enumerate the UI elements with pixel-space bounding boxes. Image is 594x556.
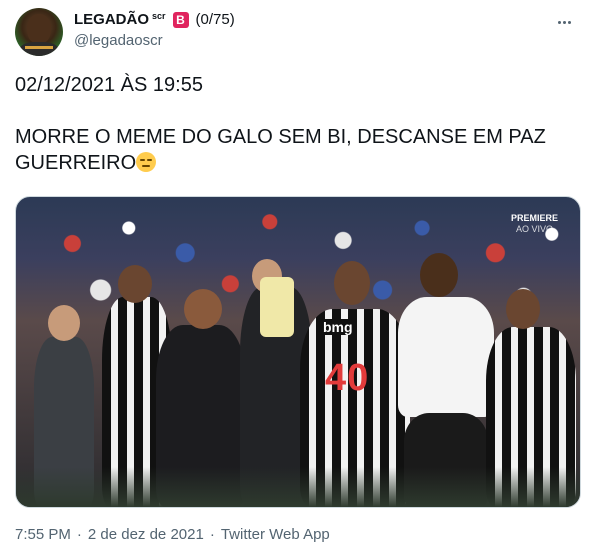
avatar-shirt <box>19 42 59 56</box>
avatar-shirt-stripe <box>25 46 53 49</box>
author-display-name[interactable]: LEGADÃO <box>74 11 149 28</box>
author-handle[interactable]: @legadaoscr <box>74 32 163 49</box>
player-head <box>48 305 80 341</box>
avatar-face <box>27 14 51 44</box>
yellow-vest <box>260 277 294 337</box>
staff-head <box>184 289 222 329</box>
tweet-time[interactable]: 7:55 PM <box>15 526 71 543</box>
tweet-text: 02/12/2021 ÀS 19:55 MORRE O MEME DO GALO… <box>15 72 575 176</box>
b-badge-icon: B <box>172 11 189 28</box>
watermark-brand: PREMIERE <box>510 213 558 223</box>
author-name-row[interactable]: LEGADÃO scr B (0/75) <box>74 10 235 29</box>
player-head <box>420 253 458 297</box>
watermark-live: AO VIVO <box>515 224 553 234</box>
broadcast-watermark: PREMIERE AO VIVO <box>511 213 558 235</box>
player-head <box>334 261 370 305</box>
player-head <box>118 265 152 303</box>
tweet-text-line2: MORRE O MEME DO GALO SEM BI, DESCANSE EM… <box>15 126 546 174</box>
pitch-ground <box>16 467 580 507</box>
tweet-footer: 7:55 PM · 2 de dez de 2021 · Twitter Web… <box>15 526 330 543</box>
jersey-sponsor: bmg <box>320 319 356 335</box>
tweet-source[interactable]: Twitter Web App <box>221 526 330 543</box>
player-head <box>506 289 540 329</box>
tweet-date[interactable]: 2 de dez de 2021 <box>88 526 204 543</box>
tweet-header: LEGADÃO scr B (0/75) @legadaoscr <box>15 8 584 56</box>
author-counter: (0/75) <box>195 11 235 28</box>
pensive-face-icon <box>136 152 157 172</box>
author-name-superscript: scr <box>152 10 166 21</box>
more-options-icon[interactable] <box>552 10 576 34</box>
avatar[interactable] <box>15 8 63 56</box>
tweet-media-image[interactable]: bmg 40 PREMIERE AO VIVO <box>15 196 581 508</box>
footer-separator: · <box>209 526 215 543</box>
player-white-shirt <box>398 297 494 417</box>
tweet-text-line1: 02/12/2021 ÀS 19:55 <box>15 74 203 96</box>
footer-separator: · <box>76 526 82 543</box>
jersey-number: 40 <box>325 357 370 399</box>
